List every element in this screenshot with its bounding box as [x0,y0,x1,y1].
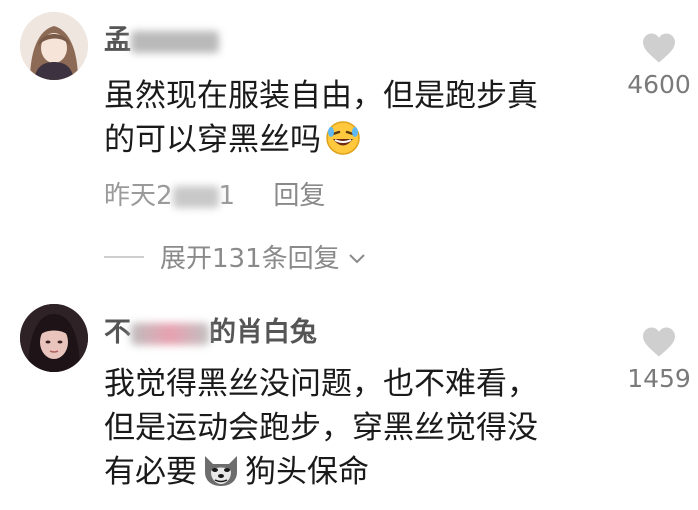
username-text: 不 [104,317,131,348]
timestamp: 昨天2 [104,181,173,211]
like-button[interactable]: 4600 [622,32,696,99]
comment-text-line: 但是运动会跑步，穿黑丝觉得没 [104,410,538,446]
comment-item: 不 的肖白兔 我觉得黑丝没问题，也不难看， 但是运动会跑步，穿黑丝觉得没 有必要 … [0,290,698,510]
like-button[interactable]: 1459 [622,326,696,393]
timestamp-end: 1 [218,181,236,211]
like-count: 1459 [627,364,691,393]
comment-text-line: 狗头保命 [245,454,369,490]
redaction-blur [131,30,219,53]
expand-replies-label: 展开131条回复 [160,244,340,274]
username-text: 的肖白兔 [209,317,317,348]
comment-text-line: 虽然现在服装自由，但是跑步真 [104,78,538,114]
doge-emoji-icon [201,452,241,500]
rolling-on-floor-laughing-emoji-icon [325,120,361,168]
divider-line [104,255,144,258]
expand-replies-button[interactable]: 展开131条回复 [104,238,366,275]
username-text: 孟 [104,25,131,56]
redaction-blur [172,185,219,208]
chevron-down-icon [348,242,366,272]
username[interactable]: 孟 [104,18,219,57]
like-count: 4600 [627,70,691,99]
reply-button[interactable]: 回复 [273,181,325,211]
redaction-blur [131,322,209,345]
heart-icon [643,33,675,63]
avatar-illustration-icon [20,12,88,80]
username[interactable]: 不 的肖白兔 [104,310,317,349]
avatar-illustration-icon [20,304,88,372]
heart-icon [643,327,675,357]
comment-text: 虽然现在服装自由，但是跑步真 的可以穿黑丝吗 [104,74,538,168]
avatar[interactable] [20,12,88,80]
comment-text-line: 我觉得黑丝没问题，也不难看， [104,366,538,402]
comment-text: 我觉得黑丝没问题，也不难看， 但是运动会跑步，穿黑丝觉得没 有必要 狗头保命 [104,362,538,500]
avatar[interactable] [20,304,88,372]
comment-text-line: 有必要 [104,454,197,490]
comment-item: 孟 虽然现在服装自由，但是跑步真 的可以穿黑丝吗 4600 昨天2 1 回复 展… [0,0,698,290]
comment-meta: 昨天2 1 回复 [104,175,325,212]
comment-text-line: 的可以穿黑丝吗 [104,122,321,158]
